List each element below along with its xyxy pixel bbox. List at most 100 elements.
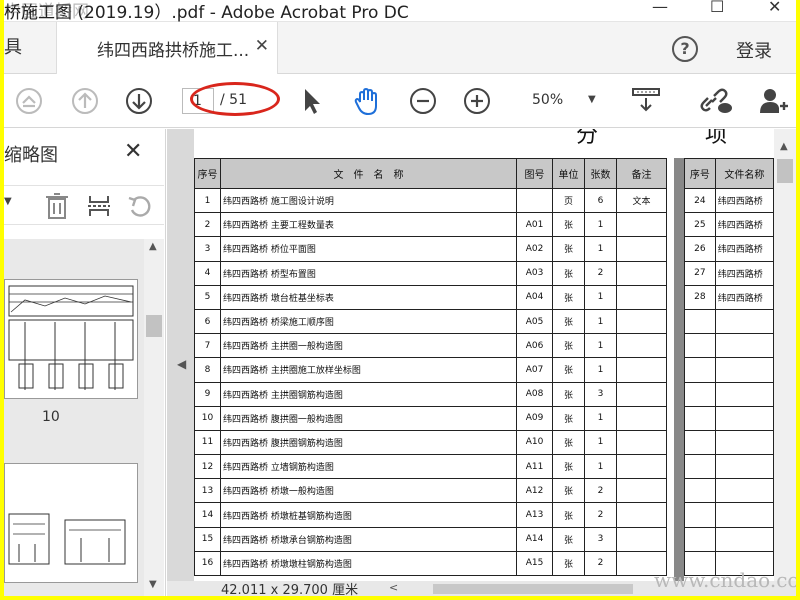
column-header: 张数 xyxy=(584,158,617,189)
table-cell-no: 12 xyxy=(194,454,221,480)
table-cell-name: 纬四西路桥 桥墩墩柱钢筋构造图 xyxy=(220,550,517,577)
table-cell-name: 纬四西路桥 桥墩桩基钢筋构造图 xyxy=(220,502,517,528)
table-cell-name: 纬四西路桥 桥墩一般构造图 xyxy=(220,478,517,504)
scroll-up-icon[interactable]: ▲ xyxy=(149,241,157,252)
scroll-mode-icon[interactable] xyxy=(630,86,662,116)
rotate-page-icon[interactable] xyxy=(126,192,154,220)
table-cell-no: 4 xyxy=(194,260,221,286)
table-row xyxy=(684,502,774,528)
table-cell-code: A05 xyxy=(516,308,553,335)
table-row: 28 纬四西路桥 xyxy=(684,284,774,310)
table-cell-no: 5 xyxy=(194,284,221,310)
table-cell-unit: 页 xyxy=(552,187,585,214)
red-annotation-oval xyxy=(190,82,280,116)
scroll-down-icon[interactable]: ▼ xyxy=(149,579,157,590)
table-cell-unit: 张 xyxy=(552,284,585,310)
table-row: 4 纬四西路桥 桥型布置图 A03 张 2 xyxy=(194,260,667,286)
table-cell-name: 纬四西路桥 主拱圈施工放样坐标图 xyxy=(220,357,517,383)
thumbnail-page-11[interactable] xyxy=(4,463,138,583)
table-cell-name: 纬四西路桥 墩台桩基坐标表 xyxy=(220,284,517,310)
thumbnails-toolbar: ▼ xyxy=(4,185,164,225)
table-cell-count: 2 xyxy=(584,478,617,504)
table-row: 3 纬四西路桥 桥位平面图 A02 张 1 xyxy=(194,236,667,262)
thumbnail-page-10[interactable] xyxy=(4,279,138,399)
next-page-icon[interactable] xyxy=(124,86,154,116)
scroll-up-icon[interactable]: ▲ xyxy=(780,141,788,152)
previous-page-icon[interactable] xyxy=(70,86,100,116)
table-cell-name: 纬四西路桥 xyxy=(714,212,774,238)
table-cell-name: 纬四西路桥 桥型布置图 xyxy=(220,260,517,286)
table-cell-name xyxy=(714,308,774,335)
drawing-index-table-right: 序号 文件名称 24 纬四西路桥 25 纬四西路桥 26 纬四西路桥 27 纬四西路桥 28 纬四西… xyxy=(684,158,774,577)
table-cell-code: A04 xyxy=(516,284,553,310)
delete-page-icon[interactable] xyxy=(44,192,70,220)
document-scroll-thumb[interactable] xyxy=(777,159,793,183)
table-cell-unit: 张 xyxy=(552,454,585,480)
table-cell-code: A14 xyxy=(516,526,553,552)
thumbnails-scroll-thumb[interactable] xyxy=(146,315,162,337)
maximize-button[interactable]: ☐ xyxy=(710,0,724,16)
table-cell-unit: 张 xyxy=(552,405,585,431)
table-cell-code: A08 xyxy=(516,381,553,407)
zoom-out-icon[interactable] xyxy=(408,86,438,116)
share-link-icon[interactable] xyxy=(700,86,734,116)
table-cell-no: 13 xyxy=(194,478,221,504)
thumbnails-close-icon[interactable]: ✕ xyxy=(124,139,142,164)
scroll-left-icon[interactable]: < xyxy=(389,581,398,594)
minimize-button[interactable]: — xyxy=(652,0,668,16)
table-row xyxy=(684,454,774,480)
table-cell-no xyxy=(684,429,716,456)
table-cell-no: 16 xyxy=(194,550,221,577)
hand-tool-icon[interactable] xyxy=(352,86,384,118)
table-cell-name: 纬四西路桥 腹拱圈钢筋构造图 xyxy=(220,429,517,456)
tab-close-icon[interactable]: ✕ xyxy=(255,36,269,56)
table-cell-unit: 张 xyxy=(552,381,585,407)
table-cell-no: 27 xyxy=(684,260,716,286)
table-cell-count: 3 xyxy=(584,381,617,407)
table-cell-code: A03 xyxy=(516,260,553,286)
table-row: 6 纬四西路桥 桥梁施工顺序图 A05 张 1 xyxy=(194,308,667,335)
close-window-button[interactable]: ✕ xyxy=(768,0,781,16)
table-cell-name: 纬四西路桥 主要工程数量表 xyxy=(220,212,517,238)
column-header: 文 件 名 称 xyxy=(220,158,517,189)
table-cell-no: 7 xyxy=(194,333,221,359)
table-row: 11 纬四西路桥 腹拱圈钢筋构造图 A10 张 1 xyxy=(194,429,667,456)
zoom-level-select[interactable]: 50% xyxy=(532,92,563,108)
tab-document-label: 纬四西路拱桥施工... xyxy=(97,41,250,61)
tab-document[interactable]: 纬四西路拱桥施工... ✕ xyxy=(56,22,278,74)
column-header: 备注 xyxy=(616,158,667,189)
login-button[interactable]: 登录 xyxy=(736,37,772,63)
table-cell-name xyxy=(714,357,774,383)
horizontal-scroll-thumb[interactable] xyxy=(433,584,633,594)
select-cursor-icon[interactable] xyxy=(300,86,324,116)
table-cell-name: 纬四西路桥 xyxy=(714,260,774,286)
insert-page-icon[interactable] xyxy=(86,192,112,220)
add-user-icon[interactable] xyxy=(758,86,790,116)
first-page-icon[interactable] xyxy=(14,86,44,116)
table-cell-code: A02 xyxy=(516,236,553,262)
table-cell-count: 6 xyxy=(584,187,617,214)
table-cell-no: 11 xyxy=(194,429,221,456)
table-cell-no: 6 xyxy=(194,308,221,335)
table-cell-unit: 张 xyxy=(552,550,585,577)
table-cell-name xyxy=(714,502,774,528)
table-cell-name xyxy=(714,381,774,407)
tab-tools[interactable]: 具 xyxy=(4,22,54,74)
thumbnails-scrollbar[interactable]: ▲ ▼ xyxy=(144,239,164,596)
table-row xyxy=(684,429,774,456)
chevron-down-icon[interactable]: ▼ xyxy=(588,94,596,105)
table-cell-name: 纬四西路桥 桥位平面图 xyxy=(220,236,517,262)
table-row: 24 纬四西路桥 xyxy=(684,187,774,214)
drawing-index-table: 序号文 件 名 称图号 单位 张数 备注 1 纬四西路桥 施工图设计说明页 6 文本 2 纬四西… xyxy=(194,158,667,577)
table-cell-note xyxy=(616,236,667,262)
table-cell-name: 纬四西路桥 立墙钢筋构造图 xyxy=(220,454,517,480)
table-cell-unit: 张 xyxy=(552,526,585,552)
table-cell-code: A12 xyxy=(516,478,553,504)
help-icon[interactable]: ? xyxy=(672,36,698,62)
document-scrollbar[interactable]: ▲ xyxy=(774,129,796,581)
collapse-pane-icon[interactable]: ◀ xyxy=(177,357,186,371)
chevron-down-icon[interactable]: ▼ xyxy=(4,196,12,207)
toolbar: 1 / 51 50% ▼ xyxy=(4,74,796,128)
table-row xyxy=(684,357,774,383)
zoom-in-icon[interactable] xyxy=(462,86,492,116)
